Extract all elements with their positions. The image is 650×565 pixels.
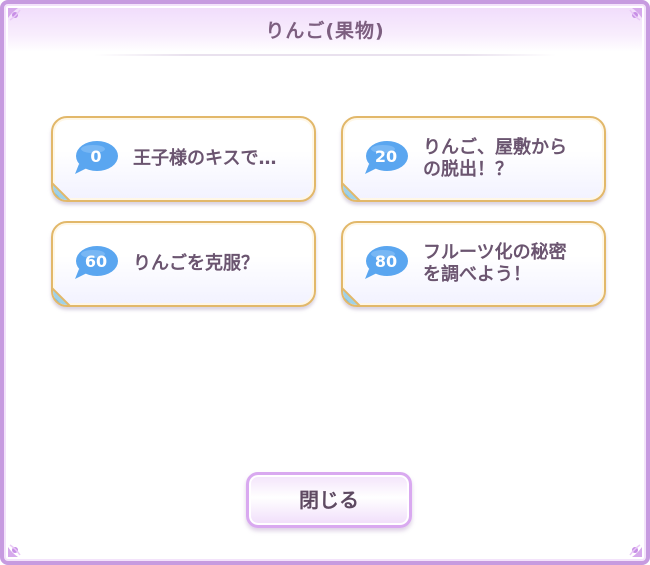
episode-level: 20 <box>374 147 398 166</box>
card-corner-ornament-icon <box>343 182 361 200</box>
episode-card-20[interactable]: 20 りんご、屋敷から の脱出！？ <box>341 116 606 202</box>
episode-level: 60 <box>84 252 108 271</box>
corner-ornament-icon <box>629 8 642 21</box>
episode-dialog: りんご(果物) 0 王子様のキスで… 20 りんご、屋敷から の脱出！？ 60 … <box>0 0 650 565</box>
title-bar: りんご(果物) <box>8 8 642 52</box>
card-corner-ornament-icon <box>343 287 361 305</box>
corner-ornament-icon <box>629 544 642 557</box>
title-divider <box>94 54 556 56</box>
episode-title: りんごを克服？ <box>133 253 259 274</box>
episode-card-60[interactable]: 60 りんごを克服？ <box>51 221 316 307</box>
episode-title: フルーツ化の秘密 を調べよう！ <box>423 242 567 285</box>
corner-ornament-icon <box>8 8 21 21</box>
card-corner-ornament-icon <box>53 182 71 200</box>
episode-level: 80 <box>374 252 398 271</box>
close-button-label: 閉じる <box>299 488 359 512</box>
dialog-title: りんご(果物) <box>265 20 385 42</box>
episode-card-80[interactable]: 80 フルーツ化の秘密 を調べよう！ <box>341 221 606 307</box>
episode-title: 王子様のキスで… <box>133 148 277 169</box>
episode-card-0[interactable]: 0 王子様のキスで… <box>51 116 316 202</box>
episode-level: 0 <box>90 147 102 166</box>
episode-title: りんご、屋敷から の脱出！？ <box>423 137 567 180</box>
close-button[interactable]: 閉じる <box>246 472 412 528</box>
card-corner-ornament-icon <box>53 287 71 305</box>
corner-ornament-icon <box>8 544 21 557</box>
